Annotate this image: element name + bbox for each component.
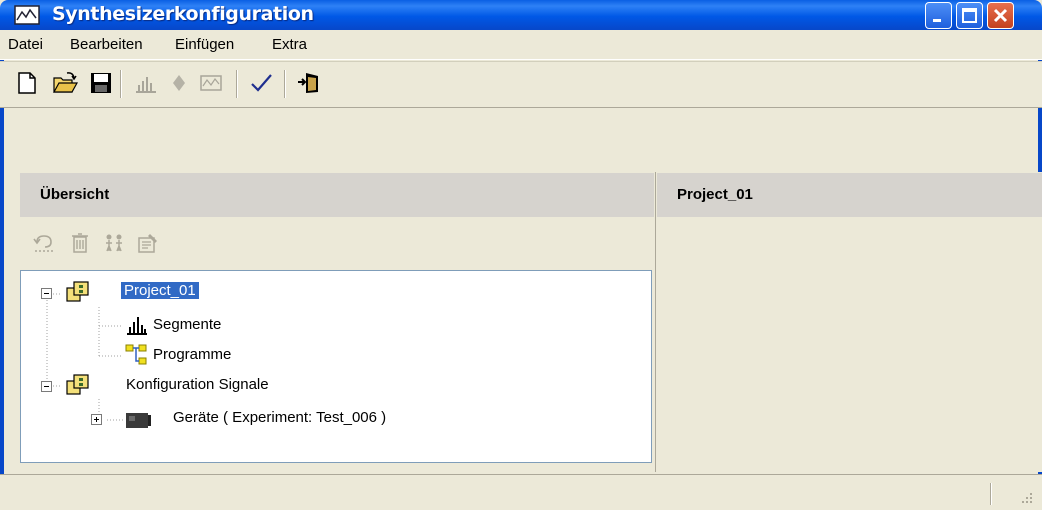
menu-einfuegen[interactable]: Einfügen — [175, 36, 234, 53]
app-icon — [14, 5, 40, 25]
detail-pane — [655, 172, 1042, 472]
open-folder-icon[interactable] — [52, 70, 78, 96]
collapse-toggle-icon[interactable] — [41, 288, 53, 300]
menu-bearbeiten[interactable]: Bearbeiten — [70, 36, 143, 53]
trash-icon[interactable] — [68, 231, 92, 255]
undo-icon[interactable] — [32, 231, 56, 255]
overview-title: Übersicht — [40, 186, 110, 203]
minimize-icon — [933, 19, 941, 22]
project-folder-icon — [66, 281, 89, 302]
collapse-toggle-icon[interactable] — [41, 381, 53, 393]
project-folder-icon — [66, 374, 89, 395]
maximize-icon — [962, 8, 977, 23]
signal-grid-icon[interactable] — [198, 70, 224, 96]
segments-chart-icon[interactable] — [132, 70, 158, 96]
menu-extra[interactable]: Extra — [272, 36, 307, 53]
maximize-button[interactable] — [956, 2, 983, 29]
close-icon — [993, 8, 1008, 23]
overview-toolbar — [20, 219, 654, 269]
tree-node-segmente[interactable]: Segmente — [153, 316, 221, 333]
status-separator — [990, 483, 992, 505]
toolbar-separator — [120, 70, 122, 98]
close-button[interactable] — [987, 2, 1014, 29]
expand-toggle-icon[interactable] — [91, 414, 103, 426]
window-title: Synthesizerkonfiguration — [52, 3, 314, 25]
program-tree-icon — [125, 344, 147, 365]
exit-door-icon[interactable] — [296, 70, 322, 96]
detail-title: Project_01 — [677, 186, 753, 203]
menu-datei[interactable]: Datei — [8, 36, 43, 53]
diamond-icon[interactable] — [166, 70, 192, 96]
segments-chart-icon — [127, 317, 147, 335]
people-icon[interactable] — [102, 231, 126, 255]
detail-header: Project_01 — [657, 173, 1042, 217]
tree-connector-lines — [46, 293, 123, 421]
tree-node-project[interactable]: Project_01 — [121, 282, 199, 299]
checkmark-icon[interactable] — [248, 70, 274, 96]
project-tree[interactable]: Project_01 Segmente Programme Konfigurat… — [20, 270, 652, 463]
save-disk-icon[interactable] — [88, 70, 114, 96]
new-document-icon[interactable] — [14, 70, 40, 96]
tree-node-programme[interactable]: Programme — [153, 346, 231, 363]
tree-node-geraete[interactable]: Geräte ( Experiment: Test_006 ) — [173, 409, 386, 426]
menu-bar: Datei Bearbeiten Einfügen Extra — [0, 30, 1042, 60]
tree-node-konfiguration-signale[interactable]: Konfiguration Signale — [126, 376, 269, 393]
overview-header: Übersicht — [20, 173, 654, 217]
minimize-button[interactable] — [925, 2, 952, 29]
resize-grip-icon[interactable] — [1018, 489, 1034, 505]
app-window: Synthesizerkonfiguration Datei Bearbeite… — [0, 0, 1042, 510]
toolbar-separator — [236, 70, 238, 98]
device-icon — [126, 413, 151, 428]
title-bar[interactable]: Synthesizerkonfiguration — [0, 0, 1042, 30]
properties-icon[interactable] — [136, 231, 160, 255]
main-toolbar — [0, 61, 1042, 108]
status-bar — [0, 474, 1042, 510]
toolbar-separator — [284, 70, 286, 98]
